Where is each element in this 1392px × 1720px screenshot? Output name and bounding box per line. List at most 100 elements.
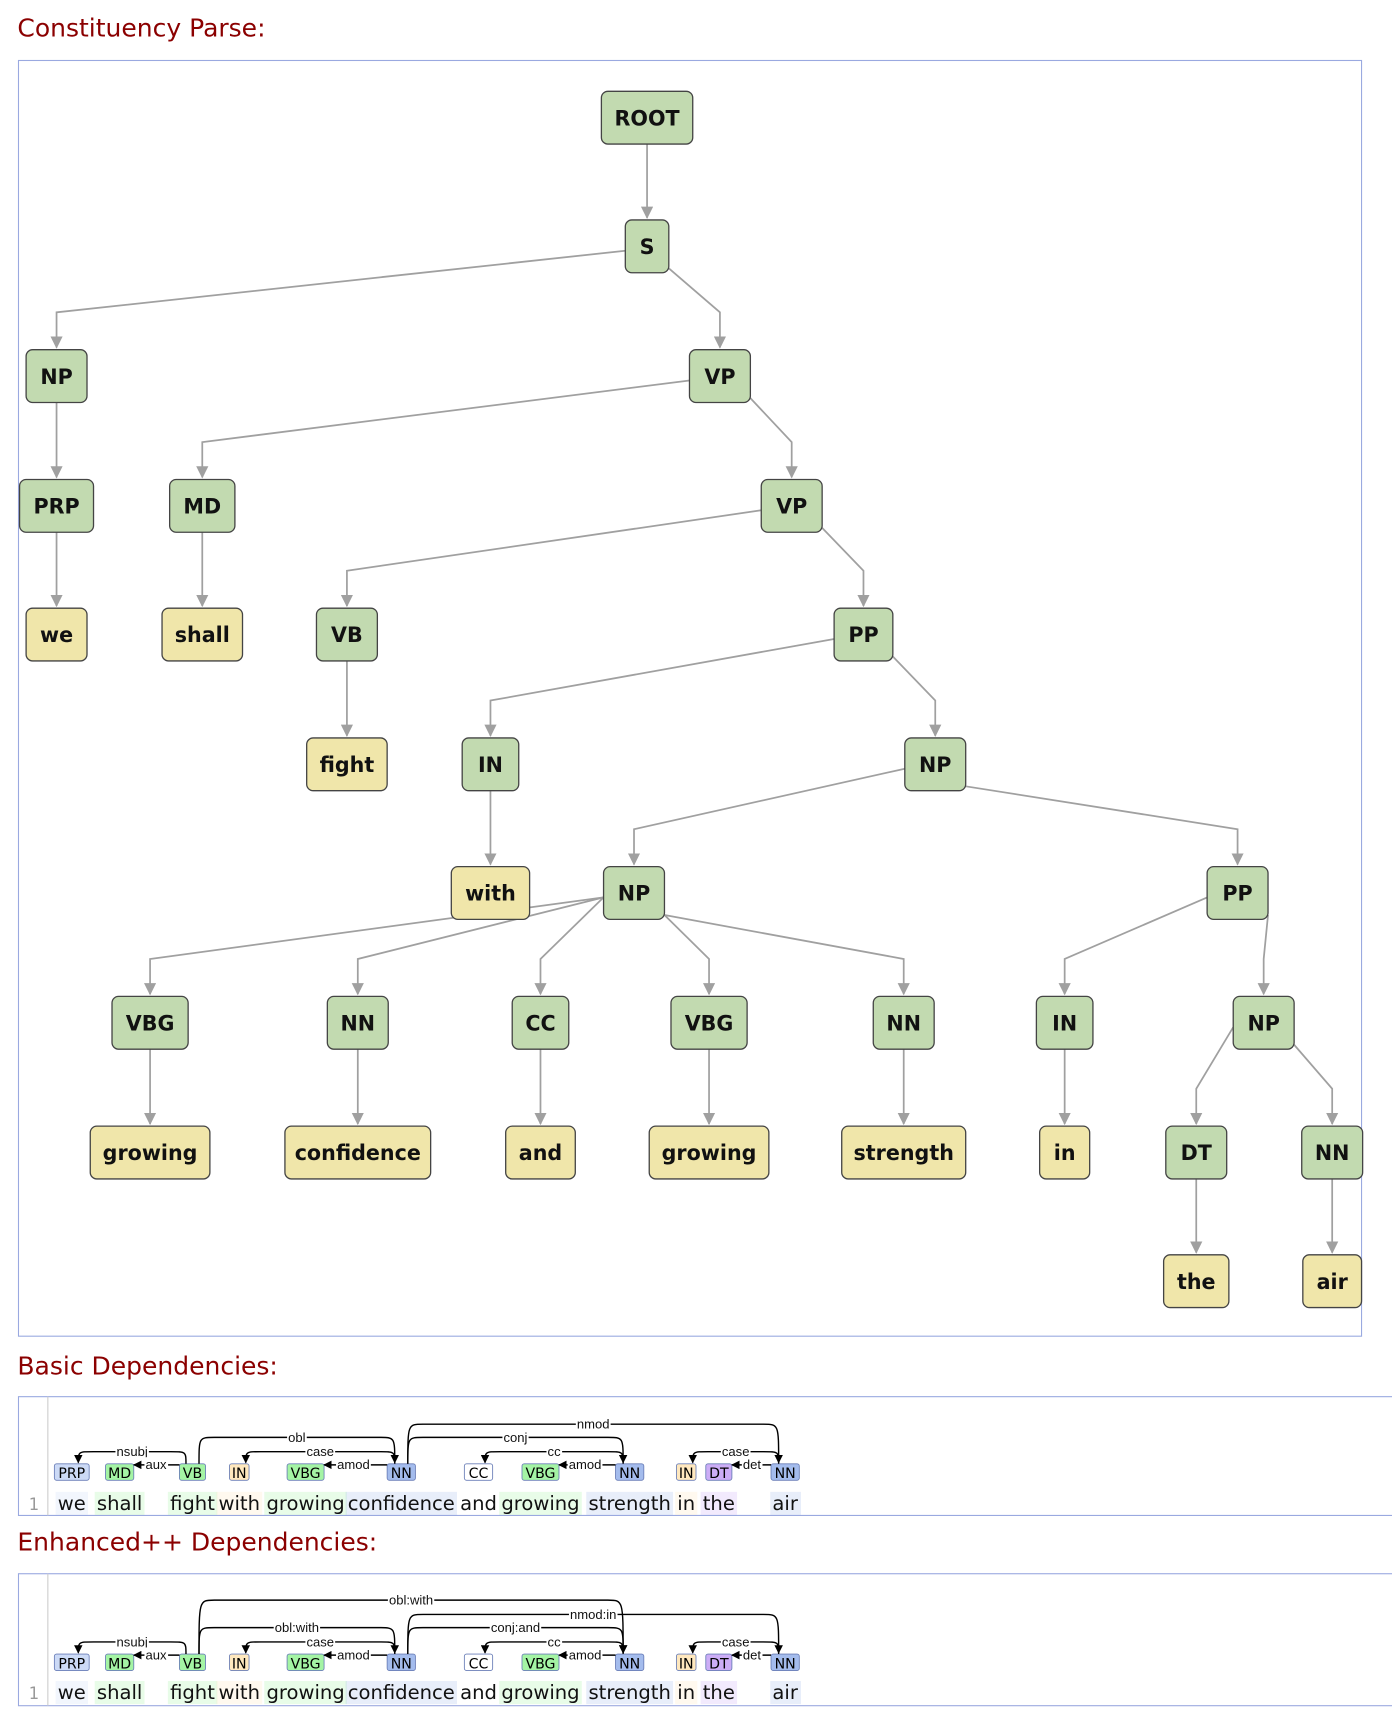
tree-edge (663, 914, 716, 996)
pos-tag: PRP (53, 1463, 90, 1482)
token-word: and (460, 1681, 497, 1704)
token-word: growing (501, 1681, 579, 1704)
pos-tag-label: DT (709, 1656, 729, 1672)
basic-dependencies-title: Basic Dependencies: (17, 1352, 277, 1381)
pos-tag-label: IN (679, 1466, 694, 1482)
tree-edge (892, 655, 942, 737)
node-label: NN (1315, 1141, 1350, 1165)
dependency-arc: case (241, 1443, 396, 1464)
token-word: with (218, 1492, 260, 1515)
tree-edges (50, 144, 1339, 1254)
pos-tag: PRP (53, 1653, 90, 1672)
node-label: VBG (126, 1011, 175, 1035)
dependency-label: conj:and (491, 1620, 540, 1635)
phrase-node-in: IN (461, 737, 520, 792)
phrase-node-prp: PRP (18, 478, 95, 533)
word-node: air (1302, 1254, 1363, 1309)
tree-edge (50, 249, 626, 349)
pos-tag: VBG (286, 1463, 325, 1482)
pos-tag-label: IN (679, 1656, 694, 1672)
dependency-label: obl:with (275, 1620, 319, 1635)
dependency-label: amod (337, 1457, 370, 1472)
pos-tag: NN (386, 1463, 416, 1482)
pos-tag: VBG (286, 1653, 325, 1672)
pos-tag: CC (463, 1653, 494, 1672)
pos-tag: NN (770, 1463, 800, 1482)
pos-tag-label: MD (108, 1466, 131, 1482)
phrase-node-in: IN (1035, 995, 1094, 1050)
node-label: strength (854, 1141, 954, 1165)
node-label: NN (886, 1011, 921, 1035)
word-node: shall (161, 607, 244, 662)
phrase-node-nn: NN (1301, 1125, 1364, 1180)
pos-tag: VB (179, 1653, 206, 1672)
dependency-label: aux (146, 1647, 167, 1662)
node-label: confidence (295, 1141, 421, 1165)
tree-edge (534, 896, 605, 996)
node-label: fight (320, 753, 375, 777)
pos-tag-label: CC (469, 1466, 489, 1482)
constituency-parse-title: Constituency Parse: (17, 13, 265, 42)
token-word: strength (588, 1492, 670, 1515)
token-word: fight (170, 1492, 215, 1515)
dependency-label: case (306, 1634, 334, 1649)
node-label: NP (40, 365, 72, 389)
token-word: the (703, 1492, 735, 1515)
pos-tag: DT (705, 1653, 733, 1672)
dependency-label: obl (288, 1430, 305, 1445)
node-label: S (640, 235, 655, 259)
dependency-arc: nsubj (74, 1634, 187, 1655)
pos-tag-label: NN (391, 1656, 412, 1672)
node-label: VP (704, 365, 735, 389)
tree-edge (965, 785, 1244, 866)
token-word: shall (97, 1492, 142, 1515)
tree-nodes: ROOT S NP PRP we VP MD shall VP VB fight PP IN with NP… (18, 90, 1364, 1309)
pos-tag-label: VBG (291, 1466, 321, 1482)
dependency-arc: aux (132, 1457, 180, 1473)
pos-tag-label: NN (391, 1466, 412, 1482)
node-label: the (1177, 1270, 1216, 1294)
node-label: NP (919, 753, 951, 777)
token-word: the (703, 1681, 735, 1704)
pos-tag: NN (770, 1653, 800, 1672)
pos-tag-label: CC (469, 1656, 489, 1672)
pos-tag: IN (229, 1653, 250, 1672)
tree-edge (196, 379, 690, 479)
dependency-label: cc (548, 1634, 561, 1649)
node-label: IN (478, 753, 503, 777)
phrase-node-pp: PP (833, 607, 894, 662)
tree-edge (1293, 1044, 1339, 1126)
dependency-arc: amod (323, 1457, 388, 1473)
node-label: NP (618, 882, 650, 906)
tree-edge (1190, 1026, 1234, 1126)
pos-tag-label: IN (232, 1466, 247, 1482)
word-node: strength (841, 1125, 967, 1180)
pos-tag: VBG (521, 1463, 560, 1482)
dependency-label: conj (504, 1430, 528, 1445)
node-label: MD (183, 494, 221, 518)
sentence-number: 1 (29, 1495, 39, 1514)
node-label: PP (848, 623, 878, 647)
node-label: VBG (685, 1011, 734, 1035)
token-word: and (460, 1492, 497, 1515)
node-label: and (519, 1141, 562, 1165)
pos-tag-label: IN (232, 1656, 247, 1672)
phrase-node-np: NP (1232, 995, 1295, 1050)
node-label: VP (776, 494, 807, 518)
pos-tag: IN (229, 1463, 250, 1482)
dependency-label: det (743, 1647, 761, 1662)
basic-dependencies-graph: 1 PRP we MD shall VB fight IN with VBG growing NN co… (29, 1396, 801, 1516)
tree-edge (1257, 914, 1270, 996)
pos-tag: MD (105, 1463, 135, 1482)
phrase-node-np: NP (602, 865, 666, 921)
token-word: in (677, 1492, 695, 1515)
node-label: PRP (33, 494, 79, 518)
dependency-arc: case (688, 1634, 780, 1655)
node-label: PP (1222, 882, 1252, 906)
pos-tag-label: NN (619, 1466, 640, 1482)
word-node: and (505, 1125, 576, 1180)
phrase-node-root: ROOT (600, 90, 694, 145)
phrase-node-np: NP (904, 737, 967, 792)
tree-edge (668, 267, 727, 349)
node-label: with (465, 882, 516, 906)
